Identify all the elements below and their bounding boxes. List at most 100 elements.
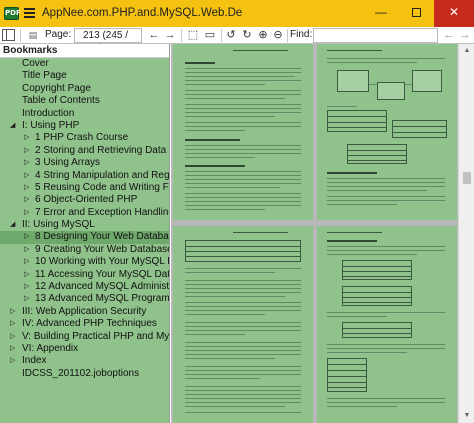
bookmark-item[interactable]: ◢ II: Using MySQL — [0, 219, 169, 231]
close-button[interactable]: ✕ — [434, 0, 474, 27]
bookmark-item[interactable]: ▷ VI: Appendix — [0, 343, 169, 355]
collapsed-arrow-icon[interactable]: ▷ — [10, 306, 15, 318]
toolbar: ▤ Page: 213 (245 / 687) ← → ⬚ ▭ ↺ ↻ ⊕ ⊖ … — [0, 27, 474, 54]
scroll-thumb[interactable] — [463, 172, 471, 184]
page-label: Page: — [45, 29, 72, 40]
zoom-out-button[interactable]: ⊖ — [271, 27, 285, 43]
bookmark-label: I: Using PHP — [22, 119, 80, 131]
title-bar: PDF AppNee.com.PHP.and.MySQL.Web.Develop… — [0, 0, 474, 27]
bookmark-item[interactable]: Table of Contents — [0, 95, 169, 107]
minimize-button[interactable]: — — [364, 0, 398, 27]
collapsed-arrow-icon[interactable]: ▷ — [24, 269, 29, 281]
bookmark-item[interactable]: Copyright Page — [0, 83, 169, 95]
app-icon: PDF — [4, 7, 21, 20]
zoom-in-button[interactable]: ⊕ — [256, 27, 270, 43]
bookmark-label: IV: Advanced PHP Techniques — [22, 318, 157, 330]
pdf-page — [317, 44, 457, 220]
bookmark-item[interactable]: ▷ 10 Working with Your MySQL Datab — [0, 256, 169, 268]
bookmark-item[interactable]: Title Page — [0, 70, 169, 82]
bookmark-item[interactable]: Introduction — [0, 108, 169, 120]
forward-button[interactable]: → — [163, 27, 177, 43]
bookmark-item[interactable]: ▷ 2 Storing and Retrieving Data — [0, 145, 169, 157]
bookmarks-header: Bookmarks — [0, 44, 169, 58]
bookmark-label: Copyright Page — [22, 82, 91, 94]
bookmark-item[interactable]: ▷ 3 Using Arrays — [0, 157, 169, 169]
back-button[interactable]: ← — [147, 27, 161, 43]
find-input[interactable] — [313, 28, 438, 43]
toolbar-divider — [221, 29, 222, 42]
collapsed-arrow-icon[interactable]: ▷ — [10, 355, 15, 367]
bookmark-label: 12 Advanced MySQL Administration — [35, 281, 169, 293]
bookmark-item[interactable]: ▷ 11 Accessing Your MySQL Databas — [0, 269, 169, 281]
find-next-button[interactable]: → — [458, 27, 472, 43]
bookmark-item[interactable]: ▷ 12 Advanced MySQL Administration — [0, 281, 169, 293]
fit-page-button[interactable]: ⬚ — [186, 27, 200, 43]
vertical-scrollbar[interactable]: ▲ ▼ — [458, 44, 474, 423]
bookmark-item[interactable]: ▷ III: Web Application Security — [0, 306, 169, 318]
bookmark-label: Cover — [22, 58, 49, 69]
expanded-arrow-icon[interactable]: ◢ — [10, 219, 15, 231]
collapsed-arrow-icon[interactable]: ▷ — [24, 194, 29, 206]
bookmark-label: 6 Object-Oriented PHP — [35, 194, 138, 206]
expanded-arrow-icon[interactable]: ◢ — [10, 120, 15, 132]
er-entity — [337, 70, 369, 92]
collapsed-arrow-icon[interactable]: ▷ — [24, 244, 29, 256]
collapsed-arrow-icon[interactable]: ▷ — [24, 256, 29, 268]
toolbar-divider — [287, 29, 288, 42]
bookmark-label: IDCSS_201102.joboptions — [22, 367, 140, 379]
hamburger-menu-icon[interactable] — [24, 8, 35, 19]
bookmark-item[interactable]: ▷ IV: Advanced PHP Techniques — [0, 318, 169, 330]
bookmark-item[interactable]: ▷ 6 Object-Oriented PHP — [0, 194, 169, 206]
collapsed-arrow-icon[interactable]: ▷ — [10, 331, 15, 343]
bookmark-item[interactable]: ▷ 8 Designing Your Web Database — [0, 231, 169, 244]
collapsed-arrow-icon[interactable]: ▷ — [10, 318, 15, 330]
collapsed-arrow-icon[interactable]: ▷ — [24, 170, 29, 182]
document-view[interactable] — [171, 44, 466, 423]
bookmark-item[interactable]: ▷ 1 PHP Crash Course — [0, 132, 169, 144]
print-icon[interactable]: ▤ — [26, 27, 40, 43]
collapsed-arrow-icon[interactable]: ▷ — [24, 157, 29, 169]
bookmark-item[interactable]: ◢ I: Using PHP — [0, 120, 169, 132]
toggle-bookmarks-icon[interactable] — [2, 29, 15, 41]
page-number-input[interactable]: 213 (245 / 687) — [74, 28, 142, 54]
bookmarks-tree: Cover Title Page Copyright Page Table of Co… — [0, 58, 169, 380]
section-heading — [327, 172, 377, 174]
collapsed-arrow-icon[interactable]: ▷ — [24, 207, 29, 219]
bookmark-item[interactable]: ▷ 9 Creating Your Web Database — [0, 244, 169, 256]
bookmark-item[interactable]: ▷ 4 String Manipulation and Regular E — [0, 170, 169, 182]
bookmark-item[interactable]: ▷ 7 Error and Exception Handling — [0, 207, 169, 219]
bookmark-item[interactable]: ▷ Index — [0, 355, 169, 367]
rotate-left-button[interactable]: ↺ — [224, 27, 238, 43]
collapsed-arrow-icon[interactable]: ▷ — [24, 182, 29, 194]
bookmark-label: 9 Creating Your Web Database — [35, 243, 169, 255]
scroll-up-arrow[interactable]: ▲ — [459, 44, 474, 58]
maximize-button[interactable] — [399, 0, 433, 27]
bookmark-item[interactable]: ▷ 13 Advanced MySQL Programming — [0, 293, 169, 305]
bookmark-item[interactable]: ▷ 5 Reusing Code and Writing Functio — [0, 182, 169, 194]
collapsed-arrow-icon[interactable]: ▷ — [24, 231, 29, 243]
bookmark-item[interactable]: Cover — [0, 58, 169, 70]
collapsed-arrow-icon[interactable]: ▷ — [10, 343, 15, 355]
bookmark-label: 3 Using Arrays — [35, 157, 101, 169]
page-running-header — [327, 232, 382, 233]
scroll-down-arrow[interactable]: ▼ — [459, 409, 474, 423]
pdf-page — [173, 44, 313, 220]
fit-width-button[interactable]: ▭ — [203, 27, 217, 43]
bookmark-label: Table of Contents — [22, 95, 100, 107]
collapsed-arrow-icon[interactable]: ▷ — [24, 145, 29, 157]
bookmark-label: 4 String Manipulation and Regular E — [35, 169, 169, 181]
bookmark-item[interactable]: IDCSS_201102.joboptions — [0, 368, 169, 380]
rotate-right-button[interactable]: ↻ — [240, 27, 254, 43]
find-previous-button[interactable]: ← — [442, 27, 456, 43]
toolbar-divider — [20, 29, 21, 42]
pdf-page — [173, 226, 313, 423]
er-entity — [377, 82, 405, 100]
collapsed-arrow-icon[interactable]: ▷ — [24, 132, 29, 144]
bookmark-label: 2 Storing and Retrieving Data — [35, 144, 167, 156]
bookmark-item[interactable]: ▷ V: Building Practical PHP and MySQL Pr — [0, 331, 169, 343]
bookmark-label: 11 Accessing Your MySQL Databas — [35, 268, 169, 280]
collapsed-arrow-icon[interactable]: ▷ — [24, 293, 29, 305]
collapsed-arrow-icon[interactable]: ▷ — [24, 281, 29, 293]
data-table — [185, 240, 301, 262]
data-table — [347, 144, 407, 164]
